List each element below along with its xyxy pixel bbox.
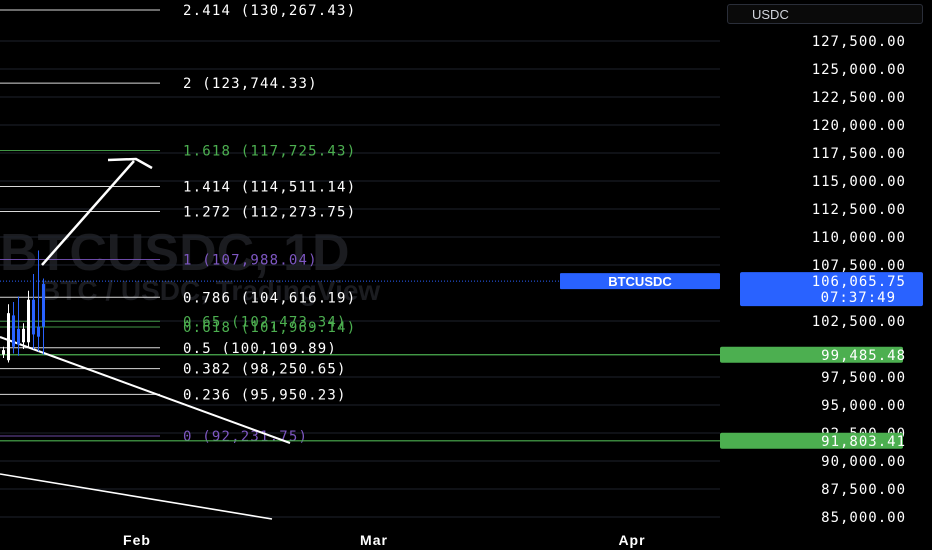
- horizontal-price-lines[interactable]: [0, 354, 720, 442]
- price-axis-tick: 85,000.00: [821, 510, 906, 526]
- price-axis-tick: 120,000.00: [812, 118, 906, 134]
- fib-level-label: 1 (107,988.04): [183, 253, 318, 269]
- fib-level-label: 1.618 (117,725.43): [183, 143, 356, 159]
- candle-body: [17, 328, 20, 345]
- price-axis-tick: 110,000.00: [812, 230, 906, 246]
- price-axis-tick: 102,500.00: [812, 314, 906, 330]
- candle: [27, 290, 30, 347]
- candle-body: [32, 299, 35, 335]
- candle: [7, 304, 10, 363]
- candle-body: [2, 350, 5, 355]
- price-axis-tick: 107,500.00: [812, 258, 906, 274]
- last-price-label: 106,065.75: [812, 274, 906, 290]
- fib-level-label: 0.382 (98,250.65): [183, 362, 347, 378]
- fib-level-label: 0.786 (104,616.19): [183, 290, 356, 306]
- price-axis-tick: 125,000.00: [812, 62, 906, 78]
- fib-level-label: 0.236 (95,950.23): [183, 387, 347, 403]
- price-axis-tick: 127,500.00: [812, 34, 906, 50]
- price-axis-tick: 115,000.00: [812, 174, 906, 190]
- candle: [17, 296, 20, 356]
- fib-level-label: 0.618 (101,969.14): [183, 320, 356, 336]
- horizontal-line-price-label: 91,803.41: [821, 434, 906, 450]
- price-axis-tick: 117,500.00: [812, 146, 906, 162]
- fib-level-label: 1.414 (114,511.14): [183, 179, 356, 195]
- fib-level-label: 2.414 (130,267.43): [183, 3, 356, 19]
- price-axis-tick: 95,000.00: [821, 398, 906, 414]
- candle: [2, 346, 5, 358]
- candle: [12, 301, 15, 354]
- candle-body: [12, 315, 15, 347]
- horizontal-line-price-label: 99,485.48: [821, 348, 906, 364]
- price-axis-tick: 97,500.00: [821, 370, 906, 386]
- candle: [42, 278, 45, 355]
- price-axis-tick: 112,500.00: [812, 202, 906, 218]
- candle-body: [7, 313, 10, 361]
- price-chart[interactable]: BTCUSDC, 1D BTC / USDC, TradingView 2.41…: [0, 0, 932, 550]
- candle-body: [42, 284, 45, 327]
- price-axis-tick: 90,000.00: [821, 454, 906, 470]
- candle-body: [22, 328, 25, 343]
- fib-level-label: 2 (123,744.33): [183, 76, 318, 92]
- candle-body: [27, 299, 30, 343]
- candle-body: [37, 326, 40, 337]
- symbol-label: BTCUSDC: [608, 274, 672, 289]
- lower-trendline[interactable]: [0, 473, 273, 520]
- time-axis-label: Feb: [123, 532, 151, 548]
- bar-countdown-label: 07:37:49: [821, 290, 896, 306]
- candle: [32, 273, 35, 349]
- time-axis-label: Mar: [360, 532, 388, 548]
- time-axis[interactable]: Feb Mar Apr: [123, 532, 646, 548]
- time-axis-label: Apr: [618, 532, 645, 548]
- price-axis-tick: 122,500.00: [812, 90, 906, 106]
- fib-level-label: 1.272 (112,273.75): [183, 205, 356, 221]
- price-axis-tick: 87,500.00: [821, 482, 906, 498]
